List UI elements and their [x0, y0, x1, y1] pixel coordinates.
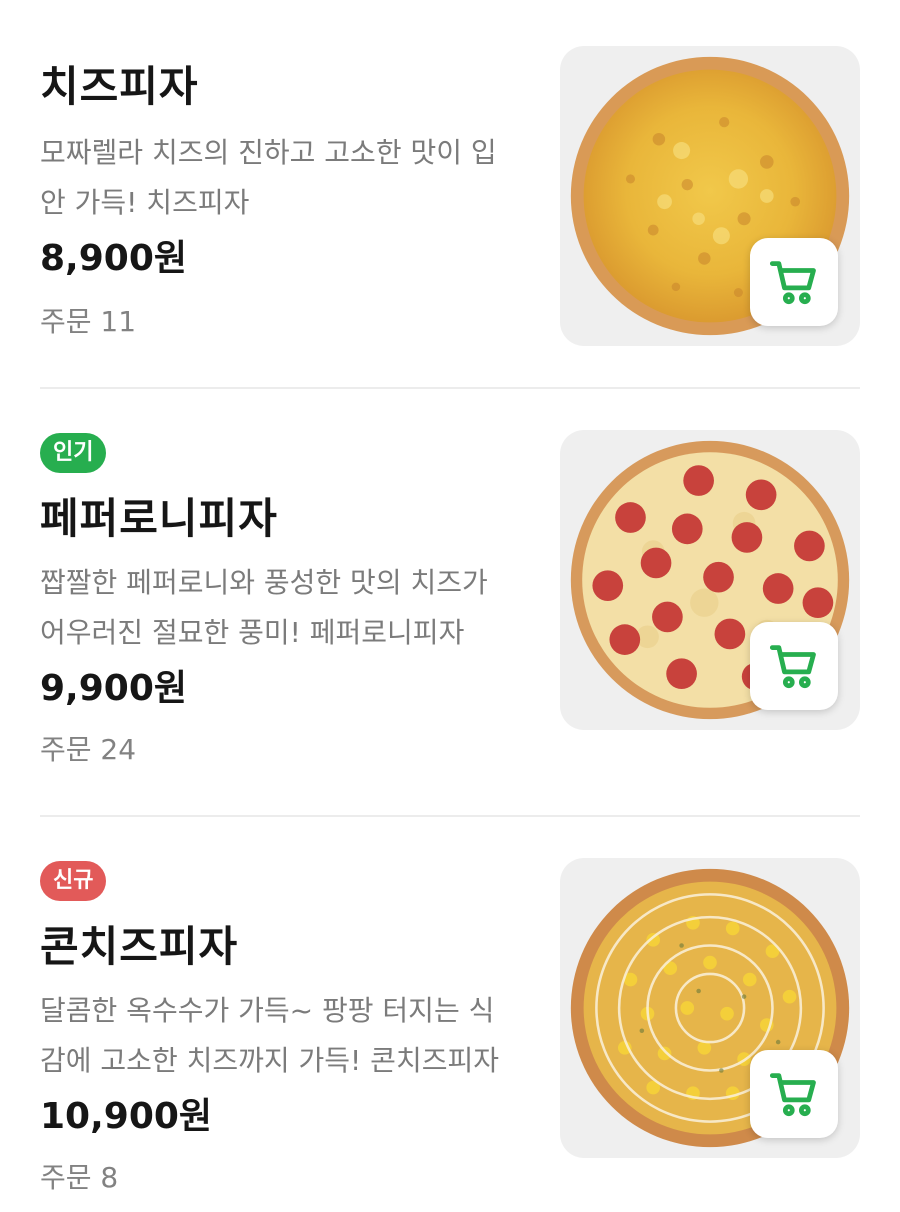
menu-item-description: 달콤한 옥수수가 가득~ 팡팡 터지는 식감에 고소한 치즈까지 가득! 콘치즈…: [40, 994, 499, 1077]
menu-item-price: 8,900원: [40, 238, 187, 279]
menu-item-name: 치즈피자: [40, 62, 199, 111]
add-to-cart-button[interactable]: [750, 622, 838, 710]
menu-item-name: 페퍼로니피자: [40, 494, 278, 543]
menu-list: 치즈피자 모짜렐라 치즈의 진하고 고소한 맛이 입 안 가득! 치즈피자 8,…: [0, 0, 900, 1212]
menu-item-price: 10,900원: [40, 1096, 213, 1137]
menu-item-pepperoni-pizza[interactable]: 인기 페퍼로니피자 짭짤한 페퍼로니와 풍성한 맛의 치즈가 어우러진 절묘한 …: [40, 430, 860, 766]
add-to-cart-button[interactable]: [750, 238, 838, 326]
menu-item-corn-cheese-pizza[interactable]: 신규 콘치즈피자 달콤한 옥수수가 가득~ 팡팡 터지는 식감에 고소한 치즈까…: [40, 858, 860, 1194]
menu-item-description: 모짜렐라 치즈의 진하고 고소한 맛이 입 안 가득! 치즈피자: [40, 136, 497, 219]
menu-item-thumbnail[interactable]: [560, 430, 860, 730]
menu-item-name: 콘치즈피자: [40, 922, 239, 971]
menu-item-cheese-pizza[interactable]: 치즈피자 모짜렐라 치즈의 진하고 고소한 맛이 입 안 가득! 치즈피자 8,…: [40, 46, 860, 346]
menu-item-description: 짭짤한 페퍼로니와 풍성한 맛의 치즈가 어우러진 절묘한 풍미! 페퍼로니피자: [40, 566, 488, 649]
add-to-cart-button[interactable]: [750, 1050, 838, 1138]
menu-item-order-count: 주문 11: [40, 305, 137, 338]
menu-item-thumbnail[interactable]: [560, 858, 860, 1158]
menu-item-order-count: 주문 8: [40, 1161, 119, 1194]
menu-item-price: 9,900원: [40, 668, 187, 709]
cart-icon: [769, 1073, 816, 1117]
cart-icon: [769, 261, 816, 305]
menu-item-order-count: 주문 24: [40, 733, 137, 766]
menu-divider: [40, 387, 860, 389]
menu-item-thumbnail[interactable]: [560, 46, 860, 346]
new-badge: 신규: [40, 861, 107, 901]
menu-divider: [40, 815, 860, 817]
popular-badge: 인기: [40, 433, 107, 473]
cart-icon: [769, 645, 816, 689]
